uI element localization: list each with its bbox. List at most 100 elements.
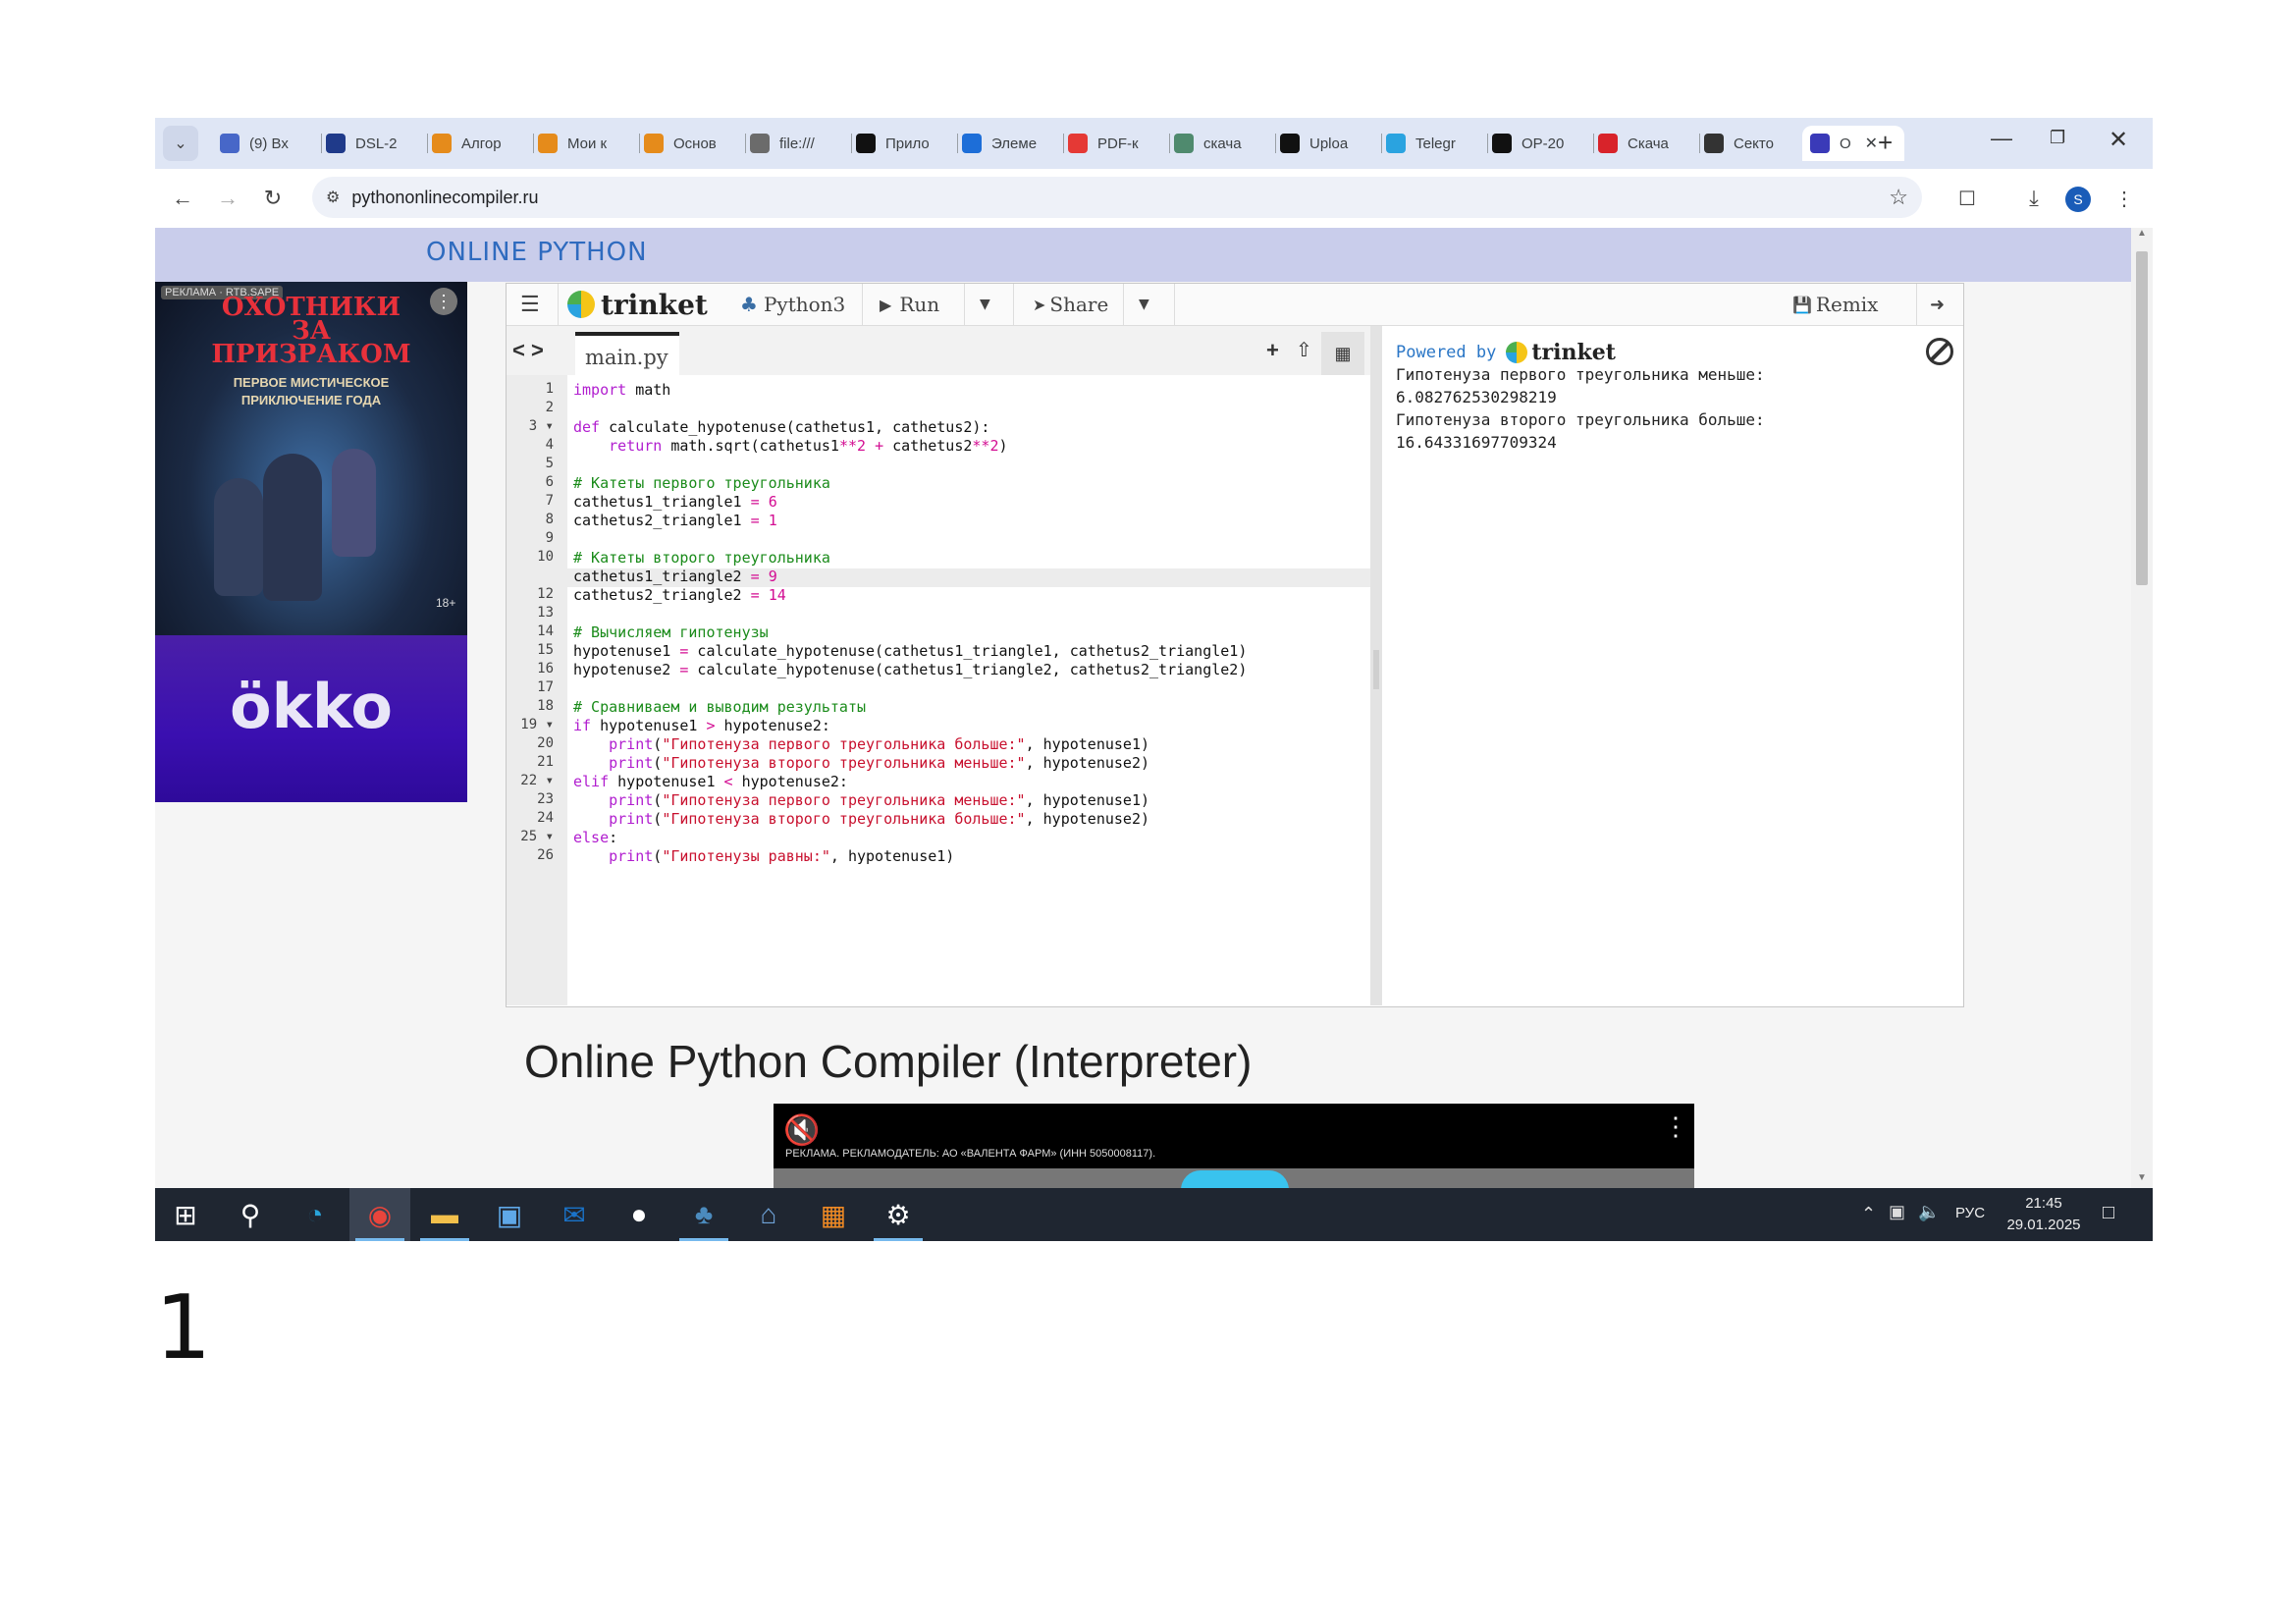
line-number: 4: [545, 437, 554, 453]
sign-in-icon[interactable]: ➜: [1930, 284, 1945, 325]
run-button[interactable]: ▶ Run: [880, 284, 939, 325]
output-line: 6.082762530298219: [1396, 388, 1557, 406]
splitter-handle[interactable]: [1373, 650, 1379, 689]
taskbar-app[interactable]: ▦: [803, 1188, 864, 1241]
file-tab-main[interactable]: main.py: [575, 332, 679, 379]
site-info-icon[interactable]: ⚙: [326, 188, 340, 207]
close-tab-icon[interactable]: ✕: [1865, 134, 1878, 153]
tray-chevron-icon[interactable]: ⌃: [1861, 1204, 1876, 1224]
line-number: 20: [537, 735, 554, 751]
upload-icon[interactable]: ⇧: [1296, 338, 1312, 362]
close-window-icon[interactable]: ✕: [2109, 126, 2128, 154]
line-number: 10: [537, 549, 554, 565]
share-options-dropdown[interactable]: ▼: [1139, 284, 1149, 325]
taskbar-app[interactable]: ✉: [544, 1188, 605, 1241]
add-file-icon[interactable]: +: [1266, 338, 1279, 363]
mute-icon[interactable]: 🔇: [783, 1113, 820, 1148]
trinket-logo[interactable]: trinket: [567, 284, 708, 325]
github-desktop-icon: ●: [630, 1199, 648, 1229]
image-library-icon[interactable]: ▦: [1321, 332, 1364, 375]
address-bar[interactable]: ⚙ pythononlinecompiler.ru ☆: [312, 177, 1922, 218]
chrome-icon: ◉: [367, 1199, 393, 1230]
browser-tab[interactable]: Основ: [636, 126, 746, 161]
scroll-down-icon[interactable]: ▼: [2137, 1172, 2147, 1183]
browser-tab[interactable]: Скача: [1590, 126, 1700, 161]
browser-tab[interactable]: PDF-к: [1060, 126, 1170, 161]
tab-search-button[interactable]: ⌄: [163, 126, 198, 161]
tab-title: Секто: [1734, 135, 1774, 152]
browser-tab[interactable]: скача: [1166, 126, 1276, 161]
powered-by[interactable]: Powered by trinket: [1396, 340, 1616, 365]
network-icon[interactable]: ▣: [1889, 1202, 1905, 1222]
browser-tab[interactable]: file:///: [742, 126, 852, 161]
bookmark-star-icon[interactable]: ☆: [1889, 185, 1908, 210]
download-icon[interactable]: ⤓: [2016, 181, 2052, 216]
browser-tab[interactable]: Элеме: [954, 126, 1064, 161]
extensions-icon[interactable]: ☐: [1949, 181, 1985, 216]
restore-icon[interactable]: ❐: [2050, 128, 2065, 148]
browser-tab[interactable]: Telegr: [1378, 126, 1488, 161]
ad-brand: ökko: [230, 671, 393, 742]
browser-tab[interactable]: DSL-2: [318, 126, 428, 161]
browser-tab[interactable]: Прило: [848, 126, 958, 161]
video-options-icon[interactable]: ⋮: [1663, 1111, 1688, 1142]
browser-tab[interactable]: Секто: [1696, 126, 1806, 161]
taskbar-app[interactable]: ●: [609, 1188, 669, 1241]
taskbar-app[interactable]: ◔: [285, 1188, 346, 1241]
hamburger-menu-icon[interactable]: ☰: [520, 284, 540, 325]
tab-title: Элеме: [991, 135, 1038, 152]
github-icon: [1492, 134, 1512, 153]
line-number: 13: [537, 605, 554, 621]
collapse-arrows-icon[interactable]: < >: [512, 338, 544, 363]
menu-icon[interactable]: ⋮: [2107, 181, 2142, 216]
forward-icon[interactable]: →: [210, 181, 245, 216]
taskbar-app[interactable]: ⊞: [155, 1188, 216, 1241]
browser-tab[interactable]: Мои к: [530, 126, 640, 161]
language-indicator[interactable]: РУС: [1955, 1205, 1985, 1221]
new-tab-button[interactable]: +: [1878, 128, 1893, 158]
file-tabs: < > main.py + ⇧ ▦: [507, 326, 1370, 379]
line-number: 7: [545, 493, 554, 509]
code-area[interactable]: import math def calculate_hypotenuse(cath…: [567, 375, 1370, 1005]
site-logo-text[interactable]: ONLINE PYTHON: [426, 238, 648, 267]
notifications-icon[interactable]: □: [2103, 1202, 2114, 1224]
ad-banner[interactable]: РЕКЛАМА · RTB.SAPE ⋮ ОХОТНИКИ ЗА ПРИЗРАК…: [155, 282, 467, 802]
reload-icon[interactable]: ↻: [255, 181, 291, 216]
browser-tab[interactable]: Алгор: [424, 126, 534, 161]
taskbar-app[interactable]: ⚙: [868, 1188, 929, 1241]
panel-splitter[interactable]: [1370, 326, 1382, 1005]
github-icon: [856, 134, 876, 153]
taskbar-app[interactable]: ♣: [673, 1188, 734, 1241]
profile-avatar[interactable]: S: [2065, 187, 2091, 212]
taskbar-app[interactable]: ⚲: [220, 1188, 281, 1241]
taskbar-app[interactable]: ◉: [349, 1188, 410, 1241]
clear-output-icon[interactable]: [1926, 338, 1953, 365]
running-indicator: [874, 1238, 923, 1241]
page-scrollbar[interactable]: ▲ ▼: [2131, 228, 2153, 1188]
taskbar-app[interactable]: ⌂: [738, 1188, 799, 1241]
play-icon: ▶: [880, 295, 892, 314]
clock[interactable]: 21:45 29.01.2025: [2002, 1193, 2085, 1236]
taskbar-app[interactable]: ▬: [414, 1188, 475, 1241]
file-tab-label: main.py: [585, 346, 668, 369]
run-options-dropdown[interactable]: ▼: [980, 284, 990, 325]
browser-tab[interactable]: OP-20: [1484, 126, 1594, 161]
share-button[interactable]: ➤ Share: [1033, 284, 1108, 325]
share-icon: ➤: [1033, 295, 1046, 314]
minimize-icon[interactable]: —: [1991, 126, 2012, 151]
browser-tab[interactable]: (9) Вх: [212, 126, 322, 161]
scroll-up-icon[interactable]: ▲: [2137, 228, 2147, 239]
back-icon[interactable]: ←: [165, 181, 200, 216]
browser-tab[interactable]: Uploa: [1272, 126, 1382, 161]
code-line: # Сравниваем и выводим результаты: [573, 698, 867, 716]
tab-title: О: [1840, 135, 1851, 152]
code-line: print("Гипотенуза первого треугольника б…: [609, 735, 1150, 753]
taskbar-app[interactable]: ▣: [479, 1188, 540, 1241]
video-ad[interactable]: 🔇 РЕКЛАМА. РЕКЛАМОДАТЕЛЬ: АО «ВАЛЕНТА ФА…: [774, 1104, 1694, 1188]
ad-figure: [263, 454, 322, 601]
volume-icon[interactable]: 🔈: [1918, 1202, 1940, 1222]
ad-age-rating: 18+: [436, 596, 456, 610]
remix-button[interactable]: 💾 Remix: [1792, 284, 1878, 325]
language-selector[interactable]: ♣ Python3: [740, 284, 845, 325]
scrollbar-thumb[interactable]: [2136, 251, 2148, 585]
